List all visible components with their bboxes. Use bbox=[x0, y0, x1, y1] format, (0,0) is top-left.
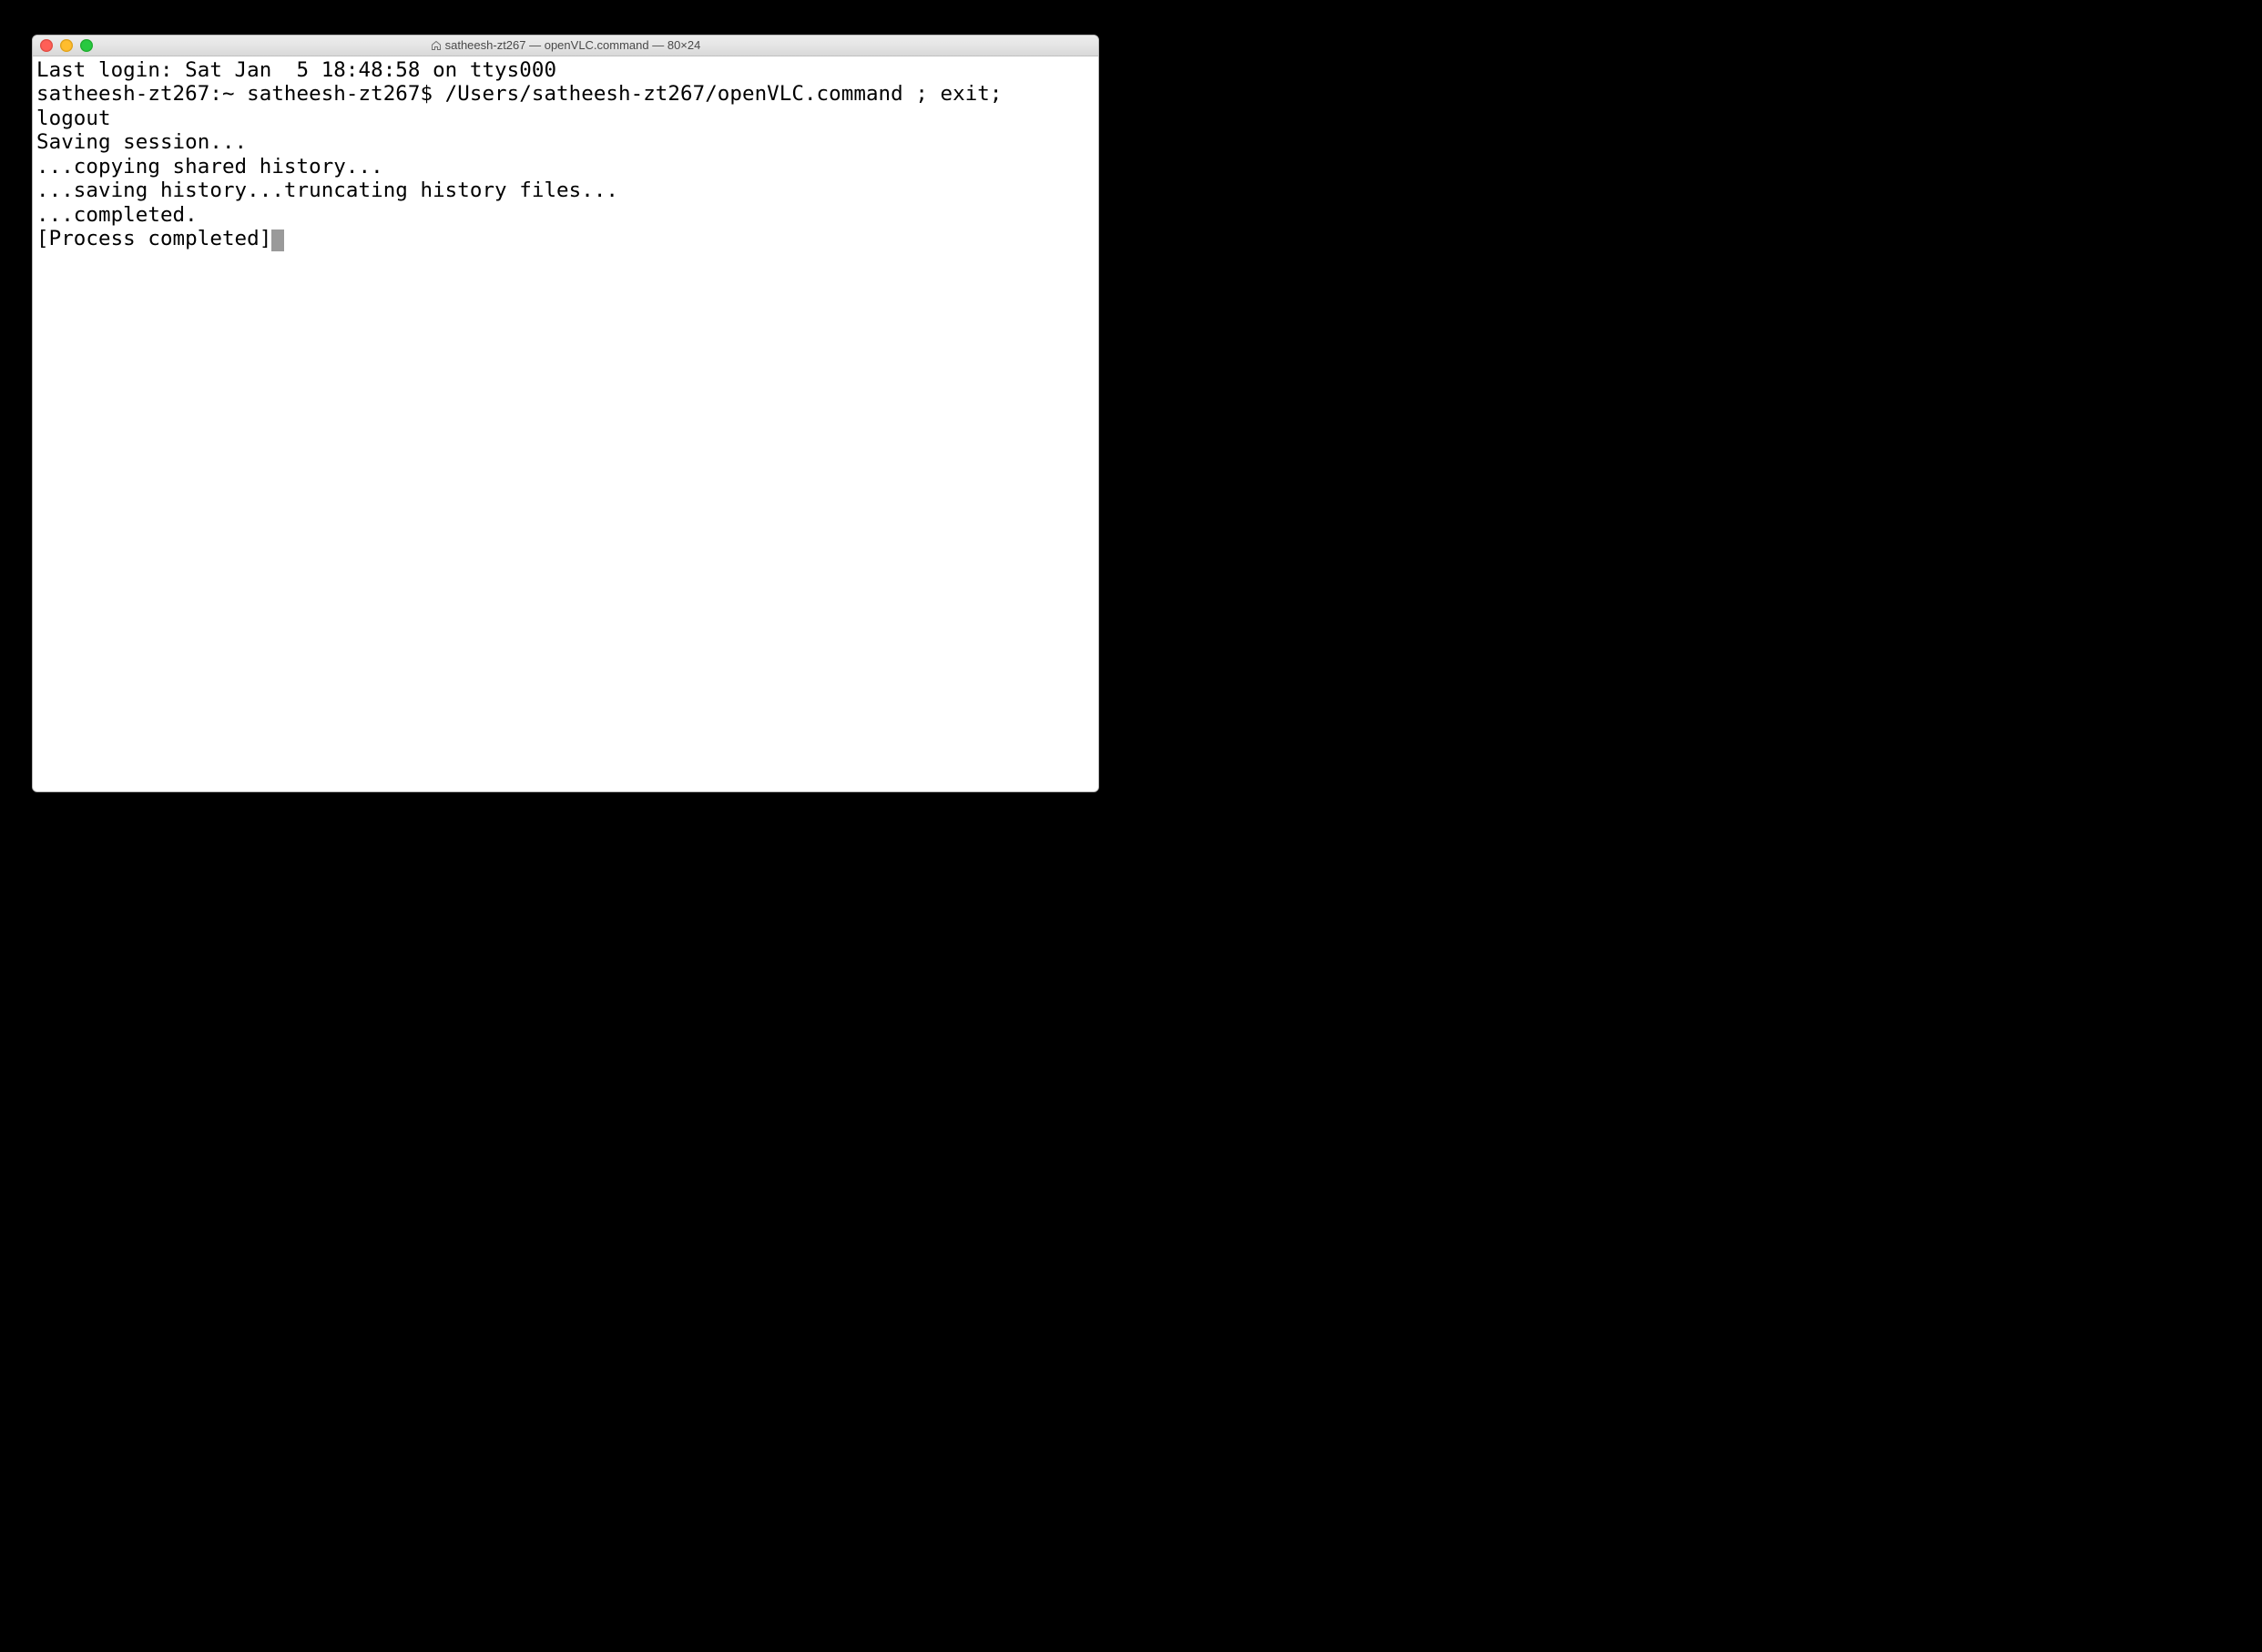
terminal-line: logout bbox=[36, 107, 1095, 131]
maximize-button[interactable] bbox=[80, 39, 93, 52]
minimize-button[interactable] bbox=[60, 39, 73, 52]
cursor bbox=[271, 229, 284, 251]
terminal-line: ...copying shared history... bbox=[36, 155, 1095, 179]
window-title-text: satheesh-zt267 — openVLC.command — 80×24 bbox=[445, 38, 701, 52]
terminal-final-line: [Process completed] bbox=[36, 227, 1095, 251]
terminal-window: satheesh-zt267 — openVLC.command — 80×24… bbox=[32, 35, 1099, 792]
terminal-line: satheesh-zt267:~ satheesh-zt267$ /Users/… bbox=[36, 82, 1095, 107]
titlebar[interactable]: satheesh-zt267 — openVLC.command — 80×24 bbox=[33, 36, 1098, 56]
terminal-line: Saving session... bbox=[36, 130, 1095, 155]
close-button[interactable] bbox=[40, 39, 53, 52]
terminal-body[interactable]: Last login: Sat Jan 5 18:48:58 on ttys00… bbox=[33, 56, 1098, 791]
terminal-line: ...saving history...truncating history f… bbox=[36, 178, 1095, 203]
home-icon bbox=[431, 40, 442, 51]
process-completed-text: [Process completed] bbox=[36, 227, 271, 250]
terminal-line: Last login: Sat Jan 5 18:48:58 on ttys00… bbox=[36, 58, 1095, 83]
traffic-lights bbox=[33, 39, 93, 52]
window-title: satheesh-zt267 — openVLC.command — 80×24 bbox=[33, 38, 1098, 52]
terminal-line: ...completed. bbox=[36, 203, 1095, 228]
